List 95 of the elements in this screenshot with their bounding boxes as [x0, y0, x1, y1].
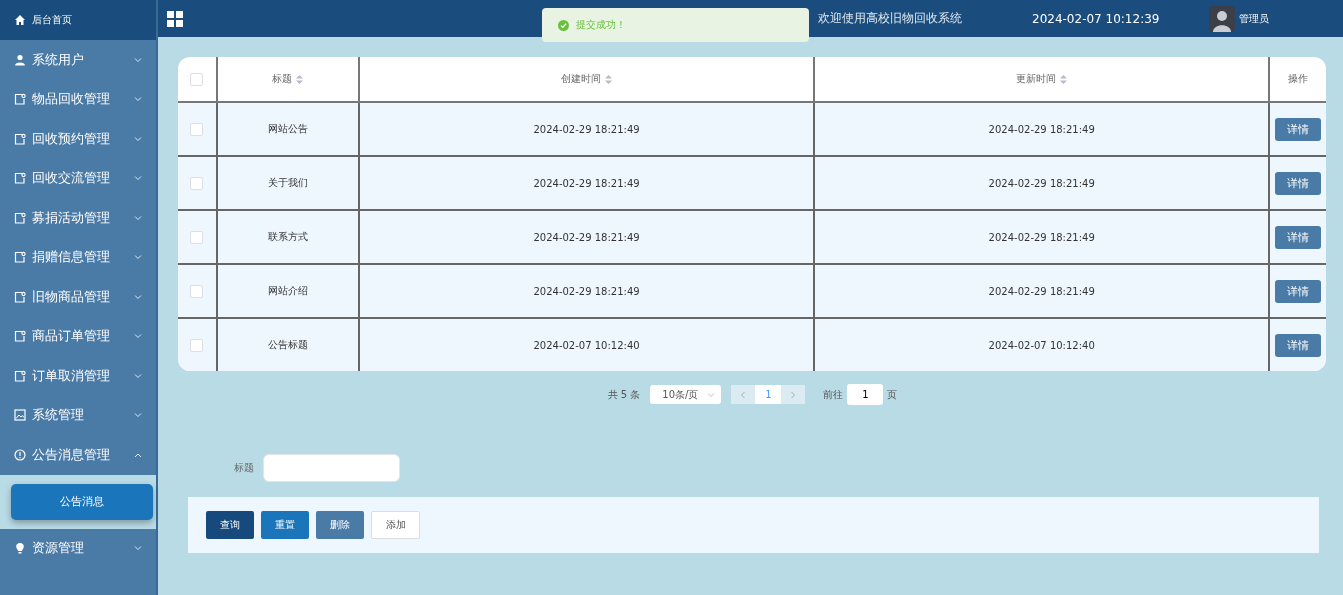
table-cell: 2024-02-29 18:21:49 [358, 102, 815, 156]
chevron-left-icon [740, 390, 747, 399]
details-button[interactable]: 详情 [1275, 171, 1321, 195]
details-button[interactable]: 详情 [1275, 225, 1321, 249]
table-cell: 网站公告 [216, 102, 359, 156]
table-cell: 网站介绍 [216, 264, 359, 318]
document-icon [14, 290, 26, 303]
table-cell: 2024-02-07 10:12:40 [358, 318, 815, 371]
reset-button[interactable]: 重置 [261, 511, 309, 539]
chevron-right-icon [790, 390, 797, 399]
page-input[interactable]: 1 [847, 384, 884, 405]
menu-label: 旧物商品管理 [32, 287, 111, 306]
document-icon [14, 369, 26, 382]
menu-label: 系统用户 [32, 50, 85, 69]
details-button[interactable]: 详情 [1275, 279, 1321, 303]
user-name: 管理员 [1239, 11, 1270, 26]
menu-label: 回收预约管理 [32, 129, 111, 148]
page-size-select[interactable]: 10条/页 [650, 385, 722, 404]
details-button[interactable]: 详情 [1275, 333, 1321, 357]
delete-button[interactable]: 删除 [316, 511, 364, 539]
document-icon [14, 132, 26, 145]
avatar [1209, 5, 1236, 32]
menu-item[interactable]: 资源管理 [0, 528, 156, 568]
checkbox[interactable] [190, 72, 204, 86]
menu-item[interactable]: 订单取消管理 [0, 356, 156, 396]
image-icon [14, 409, 26, 422]
checkbox[interactable] [190, 284, 204, 298]
table-cell: 2024-02-29 18:21:49 [814, 210, 1270, 264]
search-button[interactable]: 查询 [206, 511, 254, 539]
table-cell: 联系方式 [216, 210, 359, 264]
menu-item[interactable]: 系统用户 [0, 40, 156, 80]
home-icon [14, 14, 26, 26]
column-header: 标题 [272, 73, 293, 84]
date-time: 2024-02-07 10:12:39 [1032, 11, 1160, 26]
total-count: 共 5 条 [607, 387, 641, 402]
submenu-item[interactable]: 公告消息 [11, 483, 153, 520]
app-title: 欢迎使用高校旧物回收系统 [818, 10, 962, 27]
details-button[interactable]: 详情 [1275, 117, 1321, 141]
menu-label: 资源管理 [32, 539, 85, 558]
checkbox[interactable] [190, 230, 204, 244]
add-button[interactable]: 添加 [371, 511, 420, 539]
home-menu-item[interactable]: 后台首页 [0, 0, 156, 40]
table-cell: 2024-02-29 18:21:49 [814, 264, 1270, 318]
table-cell: 2024-02-29 18:21:49 [814, 102, 1270, 156]
column-header: 操作 [1288, 73, 1308, 84]
table-cell: 2024-02-29 18:21:49 [358, 210, 815, 264]
menu-item[interactable]: 物品回收管理 [0, 79, 156, 119]
menu-item[interactable]: 募捐活动管理 [0, 198, 156, 238]
menu-item[interactable]: 回收交流管理 [0, 158, 156, 198]
document-icon [14, 211, 26, 224]
document-icon [14, 93, 26, 106]
menu-label: 系统管理 [32, 406, 85, 425]
title-input[interactable] [263, 454, 400, 482]
table-cell: 关于我们 [216, 156, 359, 210]
goto-label: 前往 [823, 387, 844, 402]
menu-item[interactable]: 回收预约管理 [0, 119, 156, 159]
page-size-value: 10条/页 [662, 387, 699, 402]
table-cell: 2024-02-29 18:21:49 [358, 156, 815, 210]
menu-label: 募捐活动管理 [32, 208, 111, 227]
table-cell: 2024-02-29 18:21:49 [358, 264, 815, 318]
user-icon [14, 53, 26, 66]
previous-page-button[interactable] [731, 385, 756, 404]
document-icon [14, 172, 26, 185]
menu-item[interactable]: 捐赠信息管理 [0, 237, 156, 277]
menu-item[interactable]: 公告消息管理 [0, 435, 156, 475]
document-icon [14, 251, 26, 264]
menu-label: 物品回收管理 [32, 90, 111, 109]
lightbulb-icon [14, 542, 26, 555]
table-cell: 2024-02-29 18:21:49 [814, 156, 1270, 210]
menu-label: 后台首页 [32, 13, 72, 27]
checkbox[interactable] [190, 176, 204, 190]
toast-message: 提交成功！ [576, 18, 626, 32]
checkbox[interactable] [190, 338, 204, 352]
checkbox[interactable] [190, 122, 204, 136]
field-label: 标题 [234, 461, 254, 475]
menu-item[interactable]: 系统管理 [0, 395, 156, 435]
page-number[interactable]: 1 [755, 385, 782, 404]
document-icon [14, 330, 26, 343]
menu-label: 商品订单管理 [32, 327, 111, 346]
menu-item[interactable]: 旧物商品管理 [0, 277, 156, 317]
info-icon [14, 448, 26, 461]
table-cell: 2024-02-07 10:12:40 [814, 318, 1270, 371]
column-header: 更新时间 [1016, 73, 1057, 84]
grid-icon [167, 10, 183, 27]
menu-label: 捐赠信息管理 [32, 248, 111, 267]
next-page-button[interactable] [781, 385, 806, 404]
chevron-down-icon [707, 391, 716, 398]
menu-label: 订单取消管理 [32, 366, 111, 385]
table-cell: 公告标题 [216, 318, 359, 371]
menu-label: 回收交流管理 [32, 169, 111, 188]
menu-item[interactable]: 商品订单管理 [0, 316, 156, 356]
page-suffix: 页 [887, 387, 898, 402]
menu-label: 公告消息管理 [32, 445, 111, 464]
check-circle-icon [558, 19, 569, 31]
column-header: 创建时间 [561, 73, 602, 84]
